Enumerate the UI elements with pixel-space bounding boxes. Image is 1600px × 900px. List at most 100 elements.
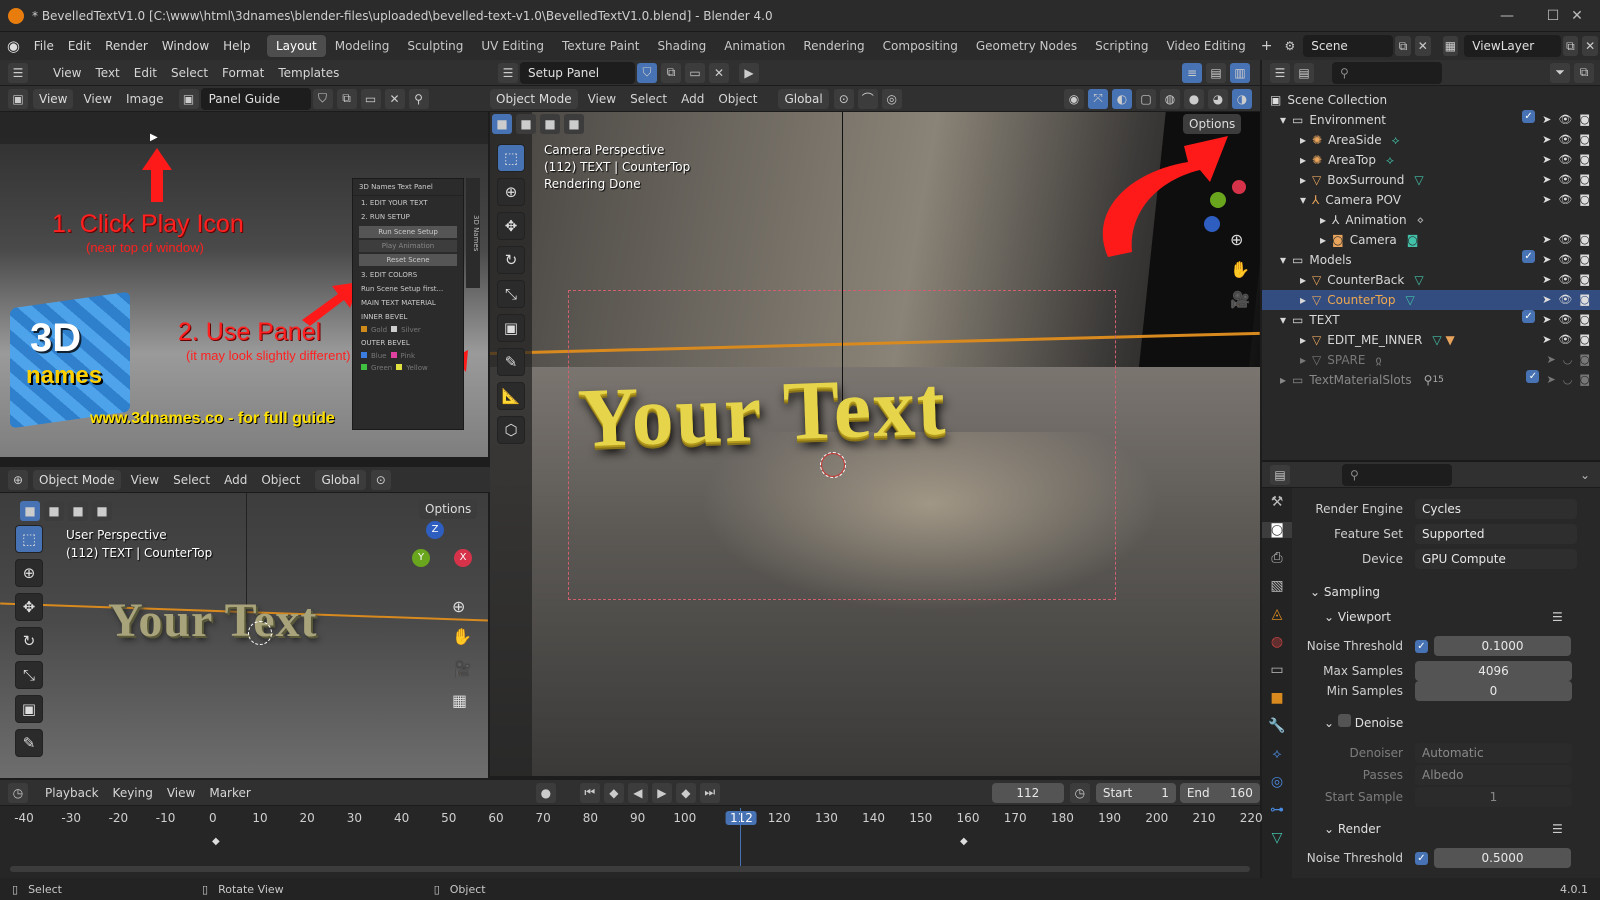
unlink-text-icon[interactable]: ✕ bbox=[709, 62, 729, 83]
properties-options-icon[interactable]: ⌄ bbox=[1580, 468, 1590, 482]
image-datablock-icon[interactable]: ▣ bbox=[178, 88, 199, 109]
outliner-row[interactable]: ▾ ▭ Models ✓ ➤ 👁 ◙ bbox=[1262, 250, 1600, 270]
properties-search-input[interactable]: ⚲ bbox=[1342, 463, 1452, 486]
outliner-row[interactable]: ▸ ▽ CounterBack ▽ ➤ 👁 ◙ bbox=[1262, 270, 1600, 290]
outliner-row[interactable]: ▸ ◙ Camera ◙ ➤ 👁 ◙ bbox=[1262, 230, 1600, 250]
main-menu-view[interactable]: View bbox=[581, 86, 623, 112]
tool-tab-icon[interactable]: ⚒ bbox=[1262, 494, 1292, 510]
open-text-icon[interactable]: ▭ bbox=[685, 62, 705, 83]
expand-icon[interactable]: ▾ bbox=[1300, 190, 1306, 210]
end-frame-field[interactable]: End 160 bbox=[1179, 782, 1260, 803]
expand-icon[interactable]: ▸ bbox=[1300, 290, 1306, 310]
small-options-dropdown[interactable]: Options bbox=[419, 499, 478, 519]
start-frame-field[interactable]: Start 1 bbox=[1095, 782, 1176, 803]
main-menu-add[interactable]: Add bbox=[674, 86, 711, 112]
image-new-icon[interactable]: ⧉ bbox=[336, 88, 357, 109]
text-menu-edit[interactable]: Edit bbox=[127, 60, 164, 86]
close-button[interactable]: ✕ bbox=[1554, 0, 1600, 32]
select-arrow-icon[interactable]: ➤ bbox=[1542, 250, 1551, 270]
text-menu-view[interactable]: View bbox=[46, 60, 88, 86]
camera-render-icon[interactable]: ◙ bbox=[1579, 190, 1590, 210]
image-unlink-icon[interactable]: ✕ bbox=[384, 88, 405, 109]
timeline-menu-marker[interactable]: Marker bbox=[202, 780, 257, 806]
expand-icon[interactable]: ▸ bbox=[1300, 150, 1306, 170]
preview-range-icon[interactable]: ◷ bbox=[1069, 782, 1090, 803]
text-menu-format[interactable]: Format bbox=[215, 60, 271, 86]
select-arrow-icon[interactable]: ➤ bbox=[1542, 130, 1551, 150]
jump-end-icon[interactable]: ⏭ bbox=[699, 782, 720, 803]
small-pan-hand-icon[interactable]: ✋ bbox=[452, 627, 472, 646]
eye-icon[interactable]: 👁 bbox=[1558, 290, 1572, 310]
expand-icon[interactable]: ▾ bbox=[1280, 110, 1286, 130]
main-select-invert-icon[interactable]: ■ bbox=[564, 114, 584, 134]
scale-tool-icon[interactable]: ⤡ bbox=[497, 280, 525, 308]
noise-threshold-checkbox[interactable]: ✓ bbox=[1415, 639, 1428, 653]
constraints-tab-icon[interactable]: ⊶ bbox=[1262, 802, 1292, 818]
camera-render-icon[interactable]: ◙ bbox=[1579, 250, 1590, 270]
timeline-scrollbar[interactable] bbox=[10, 866, 1250, 872]
select-arrow-icon[interactable]: ➤ bbox=[1542, 310, 1551, 330]
select-new-icon[interactable]: ■ bbox=[20, 501, 40, 521]
expand-icon[interactable]: ▾ bbox=[1280, 310, 1286, 330]
main-camera-icon[interactable]: 🎥 bbox=[1230, 290, 1250, 309]
select-arrow-icon[interactable]: ➤ bbox=[1546, 350, 1555, 370]
select-arrow-icon[interactable]: ➤ bbox=[1542, 110, 1551, 130]
properties-type-icon[interactable]: ▤ bbox=[1270, 464, 1290, 485]
outliner-row[interactable]: ▾ ⅄ Camera POV ➤ 👁 ◙ bbox=[1262, 190, 1600, 210]
playhead-line[interactable] bbox=[740, 808, 741, 868]
main-gizmo-y[interactable] bbox=[1210, 192, 1226, 208]
current-frame-field[interactable]: 112 bbox=[991, 782, 1064, 803]
select-arrow-icon[interactable]: ➤ bbox=[1542, 190, 1551, 210]
tab-layout[interactable]: Layout bbox=[266, 35, 326, 57]
small-move-tool-icon[interactable]: ✥ bbox=[15, 593, 43, 621]
word-wrap-icon[interactable]: ▤ bbox=[1206, 62, 1226, 83]
exclude-checkbox[interactable]: ✓ bbox=[1526, 370, 1540, 383]
denoise-subpanel-header[interactable]: ⌄ Denoise bbox=[1324, 712, 1403, 734]
expand-icon[interactable]: ▸ bbox=[1320, 210, 1326, 230]
viewlayer-icon[interactable]: ▦ bbox=[1442, 36, 1459, 56]
render-noise-threshold-field[interactable]: 0.5000 bbox=[1434, 848, 1571, 868]
jump-start-icon[interactable]: ⏮ bbox=[579, 782, 600, 803]
eye-icon[interactable]: 👁 bbox=[1558, 190, 1572, 210]
tab-texture-paint[interactable]: Texture Paint bbox=[553, 35, 648, 57]
collection-tab-icon[interactable]: ▭ bbox=[1262, 662, 1292, 678]
text-datablock-icon[interactable]: ☰ bbox=[498, 62, 518, 83]
syntax-highlight-icon[interactable]: ▥ bbox=[1230, 62, 1250, 83]
image-pin-icon[interactable]: ⚲ bbox=[408, 88, 429, 109]
main-menu-object[interactable]: Object bbox=[711, 86, 764, 112]
small-menu-select[interactable]: Select bbox=[166, 467, 217, 493]
camera-render-icon[interactable]: ◙ bbox=[1579, 370, 1590, 390]
outliner-row[interactable]: ▾ ▭ Environment ✓ ➤ 👁 ◙ bbox=[1262, 110, 1600, 130]
menu-edit[interactable]: Edit bbox=[61, 32, 98, 60]
overlay-toggle-icon[interactable]: ◐ bbox=[1112, 88, 1132, 109]
render-noise-checkbox[interactable]: ✓ bbox=[1415, 851, 1428, 865]
main-gizmo-z[interactable] bbox=[1204, 216, 1220, 232]
expand-icon[interactable]: ▸ bbox=[1300, 270, 1306, 290]
menu-render[interactable]: Render bbox=[98, 32, 155, 60]
camera-render-icon[interactable]: ◙ bbox=[1579, 130, 1590, 150]
sampling-panel-header[interactable]: ⌄ Sampling bbox=[1310, 581, 1380, 603]
camera-render-icon[interactable]: ◙ bbox=[1579, 150, 1590, 170]
camera-render-icon[interactable]: ◙ bbox=[1579, 330, 1590, 350]
expand-icon[interactable]: ▸ bbox=[1300, 130, 1306, 150]
small-rotate-tool-icon[interactable]: ↻ bbox=[15, 627, 43, 655]
camera-render-icon[interactable]: ◙ bbox=[1579, 350, 1590, 370]
eye-closed-icon[interactable]: ◡ bbox=[1563, 350, 1573, 370]
select-arrow-icon[interactable]: ➤ bbox=[1542, 290, 1551, 310]
start-sample-field[interactable]: 1 bbox=[1415, 787, 1572, 807]
select-arrow-icon[interactable]: ➤ bbox=[1546, 370, 1555, 390]
main-select-new-icon[interactable]: ■ bbox=[492, 114, 512, 134]
main-menu-select[interactable]: Select bbox=[623, 86, 674, 112]
select-arrow-icon[interactable]: ➤ bbox=[1542, 150, 1551, 170]
particles-tab-icon[interactable]: ⟡ bbox=[1262, 746, 1292, 762]
new-text-icon[interactable]: ⧉ bbox=[661, 62, 681, 83]
world-tab-icon[interactable]: ◍ bbox=[1262, 634, 1292, 650]
image-view-mode[interactable]: View bbox=[33, 88, 74, 109]
eye-icon[interactable]: 👁 bbox=[1558, 230, 1572, 250]
image-fake-user-icon[interactable]: ⛉ bbox=[312, 88, 333, 109]
editor-type-icon[interactable]: ☰ bbox=[8, 62, 28, 83]
small-camera-icon[interactable]: 🎥 bbox=[452, 659, 472, 678]
keyframe-marker[interactable]: ◆ bbox=[960, 836, 968, 847]
eye-icon[interactable]: 👁 bbox=[1558, 150, 1572, 170]
new-scene-icon[interactable]: ⧉ bbox=[1395, 36, 1411, 56]
